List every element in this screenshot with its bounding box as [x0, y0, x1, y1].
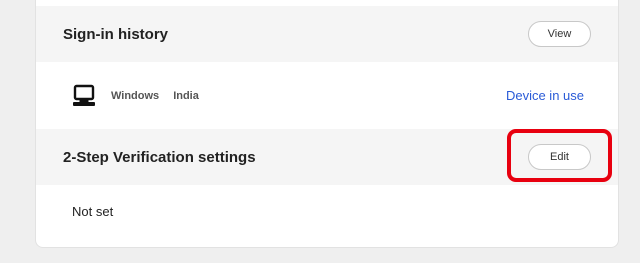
laptop-icon [73, 84, 95, 106]
sign-in-history-header: Sign-in history View [36, 6, 618, 62]
sign-in-history-title: Sign-in history [63, 25, 168, 43]
device-os: Windows [111, 89, 160, 102]
edit-highlight-annotation [507, 129, 612, 182]
device-row: Windows India Device in use [36, 62, 618, 129]
two-step-title: 2-Step Verification settings [63, 148, 256, 166]
two-step-status: Not set [72, 204, 114, 219]
device-location: India [173, 89, 199, 102]
account-security-card: Sign-in history View Windows India Devic… [35, 0, 619, 248]
device-in-use-link[interactable]: Device in use [506, 88, 584, 103]
view-button[interactable]: View [528, 21, 591, 47]
